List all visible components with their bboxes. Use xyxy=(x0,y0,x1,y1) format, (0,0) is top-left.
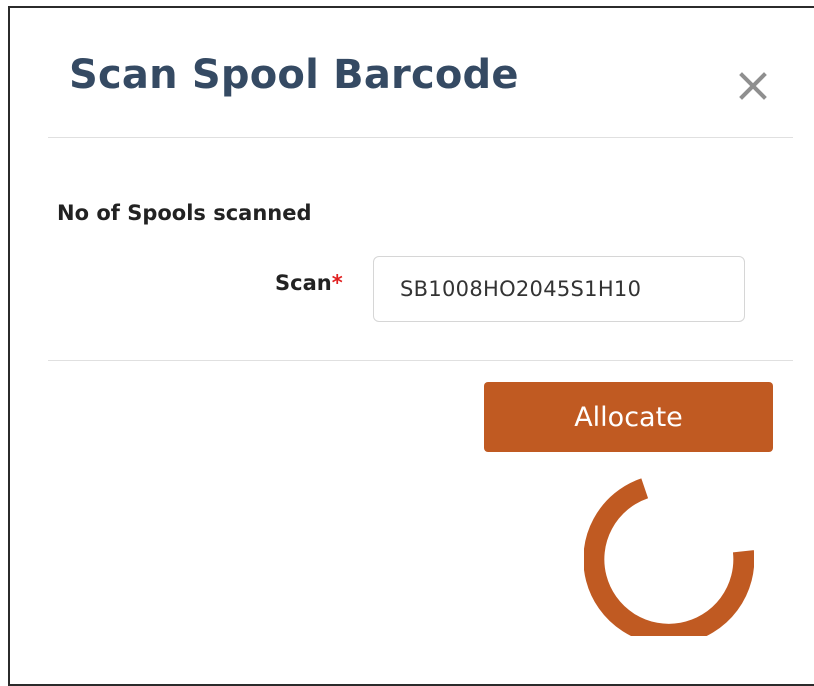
scan-field-label: Scan* xyxy=(275,269,343,297)
dialog-title: Scan Spool Barcode xyxy=(69,52,519,98)
required-asterisk: * xyxy=(331,271,343,295)
footer-divider xyxy=(48,360,793,361)
loading-spinner-icon xyxy=(584,478,754,636)
scan-spool-dialog: Scan Spool Barcode No of Spools scanned … xyxy=(8,6,814,686)
spools-scanned-label: No of Spools scanned xyxy=(57,201,312,225)
header-divider xyxy=(48,137,793,138)
allocate-button[interactable]: Allocate xyxy=(484,382,773,452)
close-button[interactable] xyxy=(732,62,774,104)
scan-label-text: Scan xyxy=(275,271,332,295)
scan-input[interactable] xyxy=(373,256,745,322)
close-icon xyxy=(739,72,767,100)
